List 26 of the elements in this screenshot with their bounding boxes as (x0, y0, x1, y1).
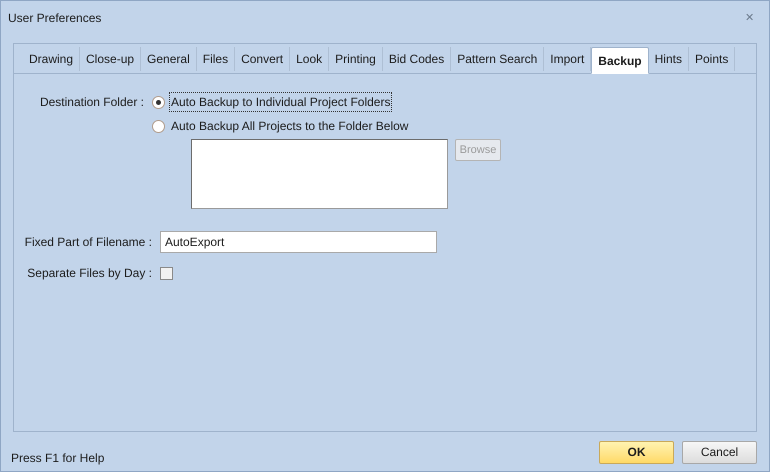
tab[interactable]: Pattern Search (451, 47, 544, 71)
tab[interactable]: Files (196, 47, 236, 71)
window-title: User Preferences (8, 10, 102, 27)
tab[interactable]: Close-up (80, 47, 142, 71)
dialog-button[interactable]: Cancel (682, 440, 757, 464)
tab[interactable]: Points (688, 47, 736, 71)
dialog-button[interactable]: OK (599, 440, 674, 464)
status-text: Press F1 for Help (11, 450, 104, 467)
filename-field[interactable]: AutoExport (160, 230, 437, 252)
tab[interactable]: Backup (591, 47, 649, 74)
tab[interactable]: Drawing (23, 47, 80, 71)
tab[interactable]: Printing (329, 47, 383, 71)
tab[interactable]: General (141, 47, 197, 71)
tab[interactable]: Bid Codes (382, 47, 452, 71)
radio-button[interactable] (152, 96, 165, 108)
checkbox[interactable] (160, 266, 173, 280)
tab[interactable]: Convert (235, 47, 290, 71)
field-label: Destination Folder : (38, 94, 145, 111)
radio-label[interactable]: Auto Backup All Projects to the Folder Below (169, 116, 410, 136)
radio-label[interactable]: Auto Backup to Individual Project Folders (169, 92, 392, 112)
field-label: Separate Files by Day : (26, 265, 153, 282)
folder-list[interactable] (191, 139, 448, 209)
radio-button[interactable] (152, 120, 165, 132)
tab[interactable]: Hints (648, 47, 689, 71)
field-label: Fixed Part of Filename : (24, 234, 153, 250)
tab[interactable]: Look (290, 47, 330, 71)
